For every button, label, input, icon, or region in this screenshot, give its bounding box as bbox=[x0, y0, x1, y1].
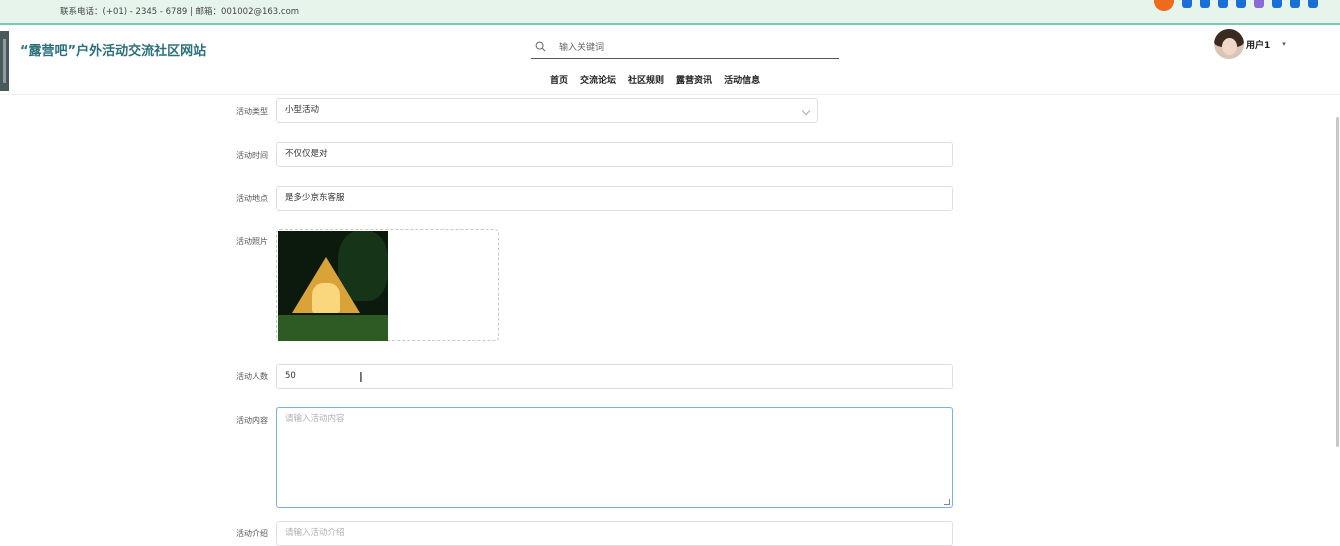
intro-label: 活动介绍 bbox=[236, 529, 268, 538]
main-nav: 首页 交流论坛 社区规则 露营资讯 活动信息 bbox=[550, 73, 760, 86]
intro-placeholder: 请输入活动介绍 bbox=[285, 528, 345, 538]
activity-place-value: 是多少京东客服 bbox=[285, 193, 345, 203]
activity-time-value: 不仅仅是对 bbox=[285, 149, 328, 159]
activity-count-input[interactable]: 50 bbox=[276, 364, 953, 389]
ime-tools-icon[interactable] bbox=[1272, 0, 1282, 8]
username[interactable]: 用户1 bbox=[1246, 38, 1270, 51]
time-label: 活动时间 bbox=[236, 151, 268, 160]
activity-type-select[interactable]: 小型活动 bbox=[276, 98, 818, 123]
text-cursor-icon: I bbox=[359, 371, 363, 386]
activity-photo[interactable] bbox=[278, 231, 388, 341]
chevron-down-icon[interactable]: ▾ bbox=[1282, 40, 1286, 48]
site-header: “露营吧”户外活动交流社区网站 首页 交流论坛 社区规则 露营资讯 活动信息 用… bbox=[0, 27, 1340, 95]
side-strip bbox=[0, 31, 9, 91]
ime-punctuation-icon[interactable] bbox=[1200, 0, 1210, 8]
search-icon[interactable] bbox=[535, 41, 546, 52]
ime-language-icon[interactable] bbox=[1182, 0, 1192, 8]
ime-apps-icon[interactable] bbox=[1290, 0, 1300, 8]
top-contact-bar: 联系电话：(+01) - 2345 - 6789 | 邮箱：001002@163… bbox=[0, 0, 1340, 25]
activity-form: 活动类型 小型活动 活动时间 不仅仅是对 活动地点 是多少京东客服 活动照片 活… bbox=[0, 95, 1335, 546]
activity-time-input[interactable]: 不仅仅是对 bbox=[276, 142, 953, 167]
activity-content-textarea[interactable]: 请输入活动内容 bbox=[276, 407, 953, 508]
activity-place-input[interactable]: 是多少京东客服 bbox=[276, 186, 953, 211]
activity-count-value: 50 bbox=[285, 371, 296, 381]
scrollbar-thumb[interactable] bbox=[1336, 117, 1339, 447]
nav-home[interactable]: 首页 bbox=[550, 73, 568, 86]
ime-toolbar bbox=[1154, 0, 1318, 11]
resize-handle-icon[interactable] bbox=[944, 499, 950, 505]
activity-type-value: 小型活动 bbox=[285, 105, 320, 115]
ime-keyboard-icon[interactable] bbox=[1236, 0, 1246, 8]
contact-info: 联系电话：(+01) - 2345 - 6789 | 邮箱：001002@163… bbox=[60, 7, 300, 17]
photo-upload[interactable] bbox=[276, 229, 499, 341]
ime-mic-icon[interactable] bbox=[1218, 0, 1228, 8]
search-bar bbox=[531, 38, 839, 59]
avatar[interactable] bbox=[1214, 29, 1244, 59]
nav-rules[interactable]: 社区规则 bbox=[628, 73, 664, 86]
content-placeholder: 请输入活动内容 bbox=[285, 414, 345, 424]
photo-label: 活动照片 bbox=[236, 237, 268, 246]
type-label: 活动类型 bbox=[236, 107, 268, 116]
activity-intro-input[interactable]: 请输入活动介绍 bbox=[276, 521, 953, 546]
user-menu[interactable]: 用户1 ▾ bbox=[1214, 29, 1286, 59]
count-label: 活动人数 bbox=[236, 372, 268, 381]
nav-forum[interactable]: 交流论坛 bbox=[580, 73, 616, 86]
place-label: 活动地点 bbox=[236, 194, 268, 203]
search-input[interactable] bbox=[559, 40, 829, 56]
ime-settings-icon[interactable] bbox=[1308, 0, 1318, 8]
ime-logo-icon[interactable] bbox=[1154, 0, 1174, 11]
nav-activities[interactable]: 活动信息 bbox=[724, 73, 760, 86]
nav-news[interactable]: 露营资讯 bbox=[676, 73, 712, 86]
ime-skin-icon[interactable] bbox=[1254, 0, 1264, 8]
site-title[interactable]: “露营吧”户外活动交流社区网站 bbox=[20, 40, 206, 59]
content-label: 活动内容 bbox=[236, 416, 268, 425]
page-scrollbar[interactable] bbox=[1335, 95, 1340, 543]
chevron-down-icon bbox=[801, 106, 811, 116]
